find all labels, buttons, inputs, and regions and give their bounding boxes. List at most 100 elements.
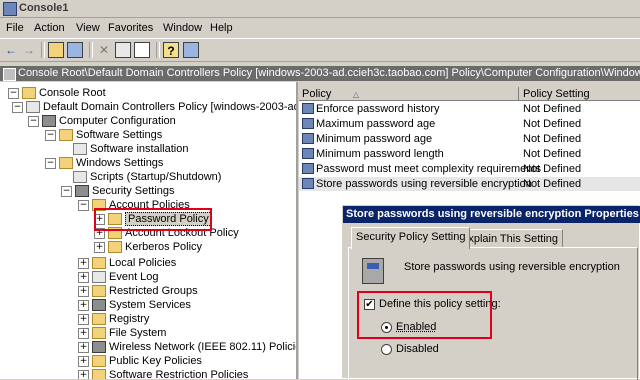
menu-bar: File Action View Favorites Window Help [0,19,640,37]
collapse-icon[interactable]: − [45,157,56,169]
tree-item-security-settings[interactable]: − Security Settings [61,184,175,198]
toolbar-separator [89,42,93,58]
tree-item-local-policies[interactable]: + Local Policies [78,256,176,270]
disabled-radio[interactable] [381,344,392,355]
expand-icon[interactable]: + [78,299,89,311]
policy-item-icon [302,148,314,159]
expand-icon[interactable]: + [78,313,89,325]
up-icon[interactable] [48,42,64,58]
tree-item-scripts[interactable]: Scripts (Startup/Shutdown) [73,170,221,184]
export-icon[interactable] [134,42,150,58]
properties-dialog: Store passwords using reversible encrypt… [341,204,640,380]
collapse-icon[interactable]: − [78,199,89,211]
antenna-icon [92,341,106,354]
folder-icon [92,313,106,326]
table-row[interactable]: Minimum password age Not Defined [299,132,640,146]
folder-icon [59,129,73,142]
sort-up-icon: △ [353,90,360,99]
tree-item-system-services[interactable]: + System Services [78,298,191,312]
table-row[interactable]: Store passwords using reversible encrypt… [299,177,640,191]
disabled-label[interactable]: Disabled [396,343,439,355]
title-bar: Console1 [0,0,640,18]
policy-item-icon [302,103,314,114]
folder-icon [92,257,106,270]
menu-file[interactable]: File [6,22,24,34]
tab-security-policy-setting[interactable]: Security Policy Setting [351,227,471,249]
table-row[interactable]: Maximum password age Not Defined [299,117,640,131]
folder-icon [92,369,106,379]
console-icon [3,2,17,16]
policy-icon [26,101,40,114]
show-tree-icon[interactable] [67,42,83,58]
folder-icon [108,241,122,254]
expand-icon[interactable]: + [78,327,89,339]
policy-item-icon [302,118,314,129]
scripts-icon [73,171,87,184]
expand-icon[interactable]: + [94,241,105,253]
back-icon[interactable]: ← [3,42,19,58]
collapse-icon[interactable]: − [61,185,72,197]
table-row[interactable]: Password must meet complexity requiremen… [299,162,640,176]
collapse-icon[interactable]: − [8,87,19,99]
tree-item-domain-policy[interactable]: − Default Domain Controllers Policy [wind… [12,100,296,114]
expand-icon[interactable]: + [78,341,89,353]
tree-item-software-installation[interactable]: Software installation [73,142,188,156]
install-icon [73,143,87,156]
expand-icon[interactable]: + [78,285,89,297]
expand-icon[interactable]: + [78,257,89,269]
toolbar-separator [41,42,45,58]
tree-item-software-restriction[interactable]: + Software Restriction Policies [78,368,248,379]
delete-icon[interactable]: ✕ [96,42,112,58]
toolbar: ← → ✕ ? [0,38,640,62]
policy-item-icon [302,163,314,174]
column-divider[interactable] [518,87,519,100]
policy-description: Store passwords using reversible encrypt… [404,261,620,273]
path-bar: Console Root\Default Domain Controllers … [0,66,640,81]
folder-icon [59,157,73,170]
menu-favorites[interactable]: Favorites [108,22,153,34]
expand-icon[interactable]: + [78,355,89,367]
table-row[interactable]: Enforce password history Not Defined [299,102,640,116]
menu-window[interactable]: Window [163,22,202,34]
tree-item-windows-settings[interactable]: − Windows Settings [45,156,163,170]
collapse-icon[interactable]: − [45,129,56,141]
tree-item-public-key-policies[interactable]: + Public Key Policies [78,354,202,368]
collapse-icon[interactable]: − [28,115,39,127]
properties-icon[interactable] [115,42,131,58]
breadcrumb: Console Root\Default Domain Controllers … [18,67,640,79]
menu-help[interactable]: Help [210,22,233,34]
collapse-icon[interactable]: − [12,101,23,113]
table-row[interactable]: Minimum password length Not Defined [299,147,640,161]
expand-icon[interactable]: + [78,271,89,283]
tree-item-wireless-network[interactable]: + Wireless Network (IEEE 802.11) Policies [78,340,296,354]
policy-computer-icon [362,258,384,284]
tree-item-file-system[interactable]: + File System [78,326,166,340]
tree-item-computer-configuration[interactable]: − Computer Configuration [28,114,176,128]
highlight-box [94,208,212,231]
folder-icon [92,355,106,368]
menu-view[interactable]: View [76,22,100,34]
help-icon[interactable]: ? [163,42,179,58]
menu-action[interactable]: Action [34,22,65,34]
toolbar-separator [156,42,160,58]
tab-explain-this-setting[interactable]: Explain This Setting [456,229,564,248]
highlight-box [357,291,492,339]
folder-icon [92,327,106,340]
tree-item-kerberos-policy[interactable]: + Kerberos Policy [94,240,202,254]
column-policy[interactable]: Policy [302,88,331,100]
security-icon [75,185,89,198]
list-header: Policy △ Policy Setting [299,87,640,101]
expand-icon[interactable]: + [78,369,89,379]
policy-item-icon [302,178,314,189]
policy-item-icon [302,133,314,144]
tree-item-event-log[interactable]: + Event Log [78,270,159,284]
console-icon[interactable] [183,42,199,58]
tree-item-console-root[interactable]: − Console Root [8,86,106,100]
tree-item-software-settings[interactable]: − Software Settings [45,128,162,142]
column-policy-setting[interactable]: Policy Setting [523,88,590,100]
tree-item-restricted-groups[interactable]: + Restricted Groups [78,284,198,298]
forward-icon[interactable]: → [21,42,37,58]
dialog-title[interactable]: Store passwords using reversible encrypt… [343,206,640,223]
tree-item-registry[interactable]: + Registry [78,312,149,326]
folder-icon [22,87,36,100]
